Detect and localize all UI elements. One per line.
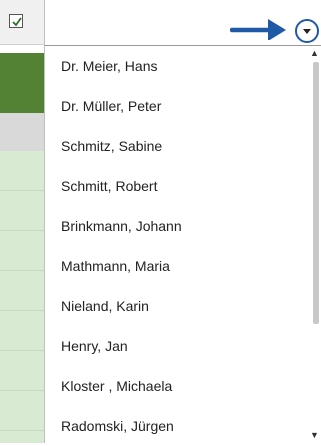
list-item[interactable]: Schmitz, Sabine: [45, 126, 303, 166]
gray-band-cell: [0, 113, 44, 151]
scroll-up-arrow-icon[interactable]: ▲: [310, 48, 319, 58]
list-item[interactable]: Nieland, Karin: [45, 286, 303, 326]
check-icon: [12, 17, 22, 27]
sheet-left-strip: [0, 0, 44, 443]
green-rows: [0, 151, 44, 443]
scroll-thumb[interactable]: [313, 62, 319, 324]
list-item[interactable]: Dr. Müller, Peter: [45, 86, 303, 126]
checkbox-cell: [0, 0, 44, 45]
list-item[interactable]: Henry, Jan: [45, 326, 303, 366]
chevron-down-circle-icon[interactable]: [293, 18, 321, 46]
list-item[interactable]: Dr. Meier, Hans: [45, 46, 303, 86]
list-item[interactable]: Kloster , Michaela: [45, 366, 303, 406]
dropdown-list: Dr. Meier, Hans Dr. Müller, Peter Schmit…: [45, 46, 303, 446]
list-item[interactable]: Radomski, Jürgen: [45, 406, 303, 446]
list-scrollbar[interactable]: ▲ ▼: [307, 46, 321, 444]
dropdown-list-panel: Dr. Meier, Hans Dr. Müller, Peter Schmit…: [44, 45, 321, 446]
list-item[interactable]: Mathmann, Maria: [45, 246, 303, 286]
filter-checkbox[interactable]: [9, 14, 23, 28]
scroll-down-arrow-icon[interactable]: ▼: [310, 430, 319, 440]
list-item[interactable]: Brinkmann, Johann: [45, 206, 303, 246]
green-header-cell: [0, 53, 44, 113]
list-item[interactable]: Schmitt, Robert: [45, 166, 303, 206]
arrow-right-icon: [230, 19, 286, 40]
